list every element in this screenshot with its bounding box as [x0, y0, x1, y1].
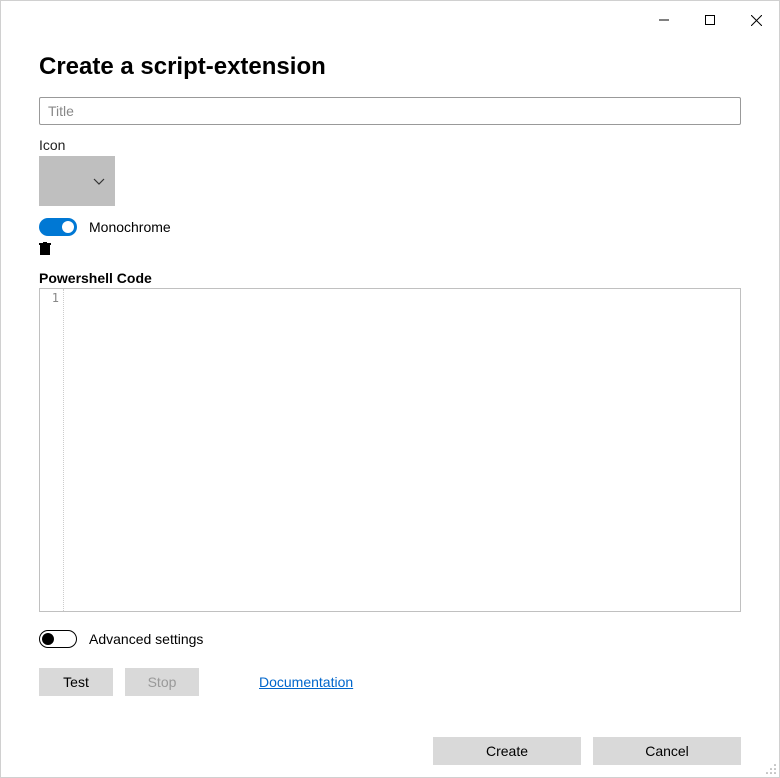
- monochrome-row: Monochrome: [39, 218, 741, 236]
- dialog-window: Create a script-extension Icon Monochrom…: [0, 0, 780, 778]
- monochrome-toggle[interactable]: [39, 218, 77, 236]
- close-button[interactable]: [733, 5, 779, 35]
- code-editor: 1: [39, 288, 741, 612]
- minimize-button[interactable]: [641, 5, 687, 35]
- cancel-button[interactable]: Cancel: [593, 737, 741, 765]
- resize-grip-icon[interactable]: [763, 761, 777, 775]
- maximize-button[interactable]: [687, 5, 733, 35]
- dialog-content: Create a script-extension Icon Monochrom…: [1, 39, 779, 777]
- code-textarea[interactable]: [64, 289, 740, 611]
- chevron-down-icon: [93, 173, 105, 189]
- create-button[interactable]: Create: [433, 737, 581, 765]
- window-controls: [641, 5, 779, 35]
- advanced-label: Advanced settings: [89, 631, 203, 647]
- icon-label: Icon: [39, 137, 741, 153]
- line-number: 1: [40, 291, 59, 305]
- trash-icon[interactable]: [39, 242, 53, 256]
- advanced-toggle[interactable]: [39, 630, 77, 648]
- stop-button[interactable]: Stop: [125, 668, 199, 696]
- code-label: Powershell Code: [39, 270, 741, 286]
- dialog-heading: Create a script-extension: [39, 53, 741, 81]
- dialog-footer: Create Cancel: [433, 737, 741, 765]
- documentation-link[interactable]: Documentation: [259, 674, 353, 690]
- action-row: Test Stop Documentation: [39, 668, 741, 696]
- title-bar: [1, 1, 779, 39]
- line-gutter: 1: [40, 289, 64, 611]
- monochrome-label: Monochrome: [89, 219, 171, 235]
- title-input[interactable]: [39, 97, 741, 125]
- test-button[interactable]: Test: [39, 668, 113, 696]
- advanced-row: Advanced settings: [39, 630, 741, 648]
- icon-picker[interactable]: [39, 156, 115, 206]
